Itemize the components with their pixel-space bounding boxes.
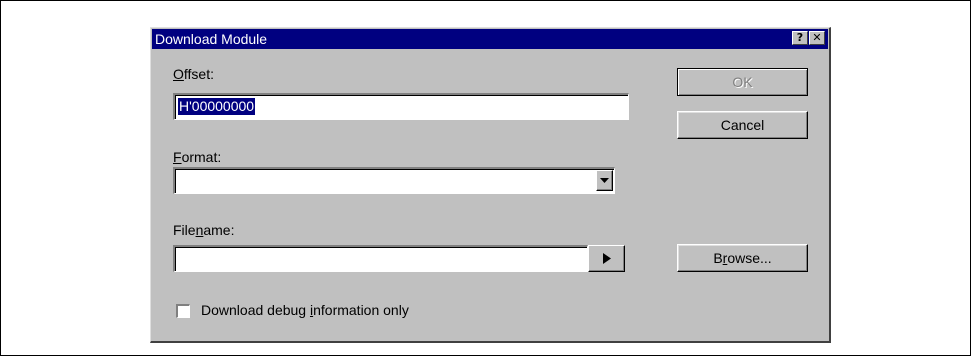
filename-input[interactable] <box>175 247 587 271</box>
close-icon[interactable]: ✕ <box>809 31 825 45</box>
download-module-dialog: Download Module ? ✕ Offset: H'00000000 F… <box>150 27 831 343</box>
help-icon[interactable]: ? <box>792 31 808 45</box>
debug-info-label[interactable]: Download debug information only <box>201 302 409 318</box>
cancel-button[interactable]: Cancel <box>677 111 808 139</box>
title-bar: Download Module ? ✕ <box>152 29 828 49</box>
offset-field[interactable]: H'00000000 <box>173 93 629 120</box>
ok-button[interactable]: OK <box>677 68 808 96</box>
browse-button[interactable]: Browse... <box>677 244 808 272</box>
filename-label: Filename: <box>173 222 235 238</box>
debug-info-checkbox[interactable] <box>176 304 190 318</box>
filename-field[interactable] <box>173 245 588 272</box>
format-label: Format: <box>173 149 222 165</box>
format-select[interactable] <box>173 167 615 194</box>
offset-value: H'00000000 <box>178 98 256 115</box>
play-arrow-icon[interactable] <box>588 245 625 272</box>
chevron-down-icon[interactable] <box>596 170 613 191</box>
dialog-title: Download Module <box>155 31 268 47</box>
offset-label: Offset: <box>173 66 214 82</box>
